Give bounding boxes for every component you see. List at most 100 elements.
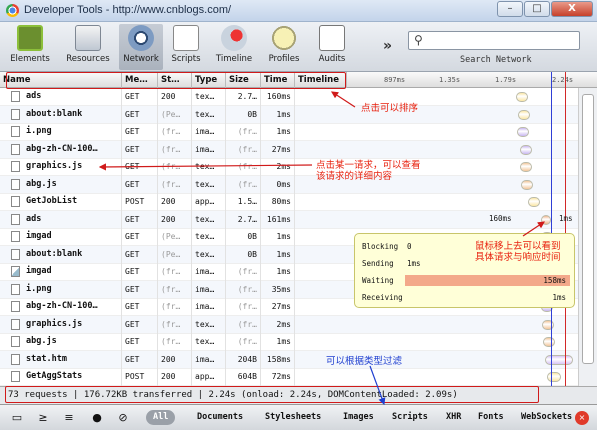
elements-icon [17, 25, 43, 51]
request-size: 1.5… [226, 193, 261, 211]
request-timeline[interactable] [295, 106, 578, 124]
scrollbar-thumb[interactable] [582, 94, 594, 364]
timeline-bar[interactable] [520, 162, 532, 172]
tab-elements-label: Elements [10, 54, 50, 64]
request-time: 80ms [261, 193, 295, 211]
table-row[interactable]: GetJobList POST 200 app… 1.5… 80ms [0, 193, 578, 211]
timeline-bar[interactable] [517, 127, 529, 137]
request-timeline[interactable] [295, 193, 578, 211]
timeline-bar[interactable] [545, 354, 573, 365]
onload-line [565, 72, 566, 386]
dock-icon[interactable]: ▭ [6, 409, 28, 426]
popup-receiving-value: 1ms [552, 293, 566, 302]
request-method: GET [122, 158, 158, 176]
clear-icon[interactable]: ⊘ [112, 409, 134, 426]
col-time[interactable]: Time [261, 72, 295, 88]
col-method[interactable]: Me… [122, 72, 158, 88]
tab-profiles[interactable]: Profiles [262, 24, 306, 70]
popup-sending-value: 1ms [407, 259, 421, 268]
file-icon [11, 126, 20, 137]
request-method: GET [122, 263, 158, 281]
request-timeline[interactable] [295, 123, 578, 141]
console-icon[interactable]: ≥ [32, 409, 54, 426]
tab-network[interactable]: Network [119, 24, 163, 70]
file-icon [11, 161, 20, 172]
timeline-bar[interactable] [541, 214, 551, 225]
scripts-icon [173, 25, 199, 51]
request-time: 27ms [261, 298, 295, 316]
table-row[interactable]: about:blank GET (Pe… tex… 0B 1ms [0, 105, 578, 124]
tab-timeline[interactable]: Timeline [211, 24, 257, 70]
vertical-scrollbar[interactable] [578, 88, 597, 386]
search-field[interactable]: ⚲ [408, 31, 580, 50]
request-timeline[interactable] [295, 316, 578, 334]
filter-xhr[interactable]: XHR [446, 410, 461, 425]
timeline-hover-left-label: 160ms [489, 214, 512, 223]
timeline-bar[interactable] [547, 372, 561, 382]
table-row[interactable]: abg.js GET (fr… tex… (fr… 1ms [0, 333, 578, 351]
timeline-icon [221, 25, 247, 51]
filter-images[interactable]: Images [343, 410, 374, 425]
filter-fonts[interactable]: Fonts [478, 410, 504, 425]
timeline-bar[interactable] [516, 92, 528, 102]
table-row[interactable]: abg-zh-CN-100… GET (fr… ima… (fr… 27ms [0, 140, 578, 159]
timeline-bar[interactable] [521, 179, 533, 190]
tab-resources[interactable]: Resources [62, 24, 114, 70]
table-row[interactable]: abg.js GET (fr… tex… (fr… 0ms [0, 175, 578, 194]
close-button[interactable]: X [551, 1, 593, 17]
table-row[interactable]: GetAggStats POST 200 app… 604B 72ms [0, 368, 578, 386]
error-icon[interactable]: × [575, 411, 589, 425]
request-status: 200 [158, 193, 192, 211]
record-icon[interactable]: ● [86, 409, 108, 426]
col-status[interactable]: St… [158, 72, 192, 88]
filter-websockets[interactable]: WebSockets [521, 410, 572, 425]
request-timeline[interactable] [295, 211, 578, 229]
request-status: (fr… [158, 175, 192, 194]
request-size: 204B [226, 350, 261, 369]
request-method: GET [122, 210, 158, 229]
tab-scripts[interactable]: Scripts [166, 24, 206, 70]
tab-elements[interactable]: Elements [8, 24, 52, 70]
list-view-icon[interactable]: ≡ [58, 409, 80, 426]
request-type: tex… [192, 175, 226, 194]
request-type: ima… [192, 263, 226, 281]
request-status: (fr… [158, 263, 192, 281]
request-timeline[interactable] [295, 368, 578, 386]
request-time: 27ms [261, 140, 295, 159]
filter-scripts[interactable]: Scripts [392, 410, 428, 425]
file-icon [11, 231, 20, 242]
timeline-bar[interactable] [528, 197, 540, 207]
col-timeline[interactable]: Timeline [295, 72, 347, 88]
timeline-bar[interactable] [520, 144, 532, 155]
request-status: (fr… [158, 158, 192, 176]
filter-stylesheets[interactable]: Stylesheets [265, 410, 321, 425]
title-bar: Developer Tools - http://www.cnblogs.com… [0, 0, 597, 22]
minimize-button[interactable]: – [497, 1, 523, 17]
request-timeline[interactable] [295, 88, 578, 106]
col-name[interactable]: Name [0, 72, 122, 88]
maximize-button[interactable]: □ [524, 1, 550, 17]
timeline-bar[interactable] [543, 337, 555, 347]
more-tabs-chevron-icon[interactable]: » [383, 38, 392, 54]
col-size[interactable]: Size [226, 72, 261, 88]
request-type: tex… [192, 315, 226, 334]
table-row[interactable]: graphics.js GET (fr… tex… (fr… 2ms [0, 158, 578, 176]
filter-all[interactable]: All [146, 410, 176, 425]
table-row[interactable]: i.png GET (fr… ima… (fr… 1ms [0, 123, 578, 141]
tab-resources-label: Resources [66, 54, 110, 64]
request-status: (fr… [158, 140, 192, 159]
table-row[interactable]: graphics.js GET (fr… tex… (fr… 2ms [0, 315, 578, 334]
timeline-bar[interactable] [542, 319, 554, 330]
request-timeline[interactable] [295, 333, 578, 351]
request-time: 0ms [261, 175, 295, 194]
table-row[interactable]: ads GET 200 tex… 2.7… 160ms [0, 88, 578, 106]
col-type[interactable]: Type [192, 72, 226, 88]
table-row[interactable]: stat.htm GET 200 ima… 204B 158ms [0, 350, 578, 369]
request-type: app… [192, 368, 226, 386]
timeline-bar[interactable] [518, 109, 530, 120]
request-status: 200 [158, 88, 192, 106]
request-timeline[interactable] [295, 141, 578, 159]
filter-documents[interactable]: Documents [197, 410, 243, 425]
profiles-icon [271, 25, 297, 51]
tab-audits[interactable]: Audits [312, 24, 352, 70]
